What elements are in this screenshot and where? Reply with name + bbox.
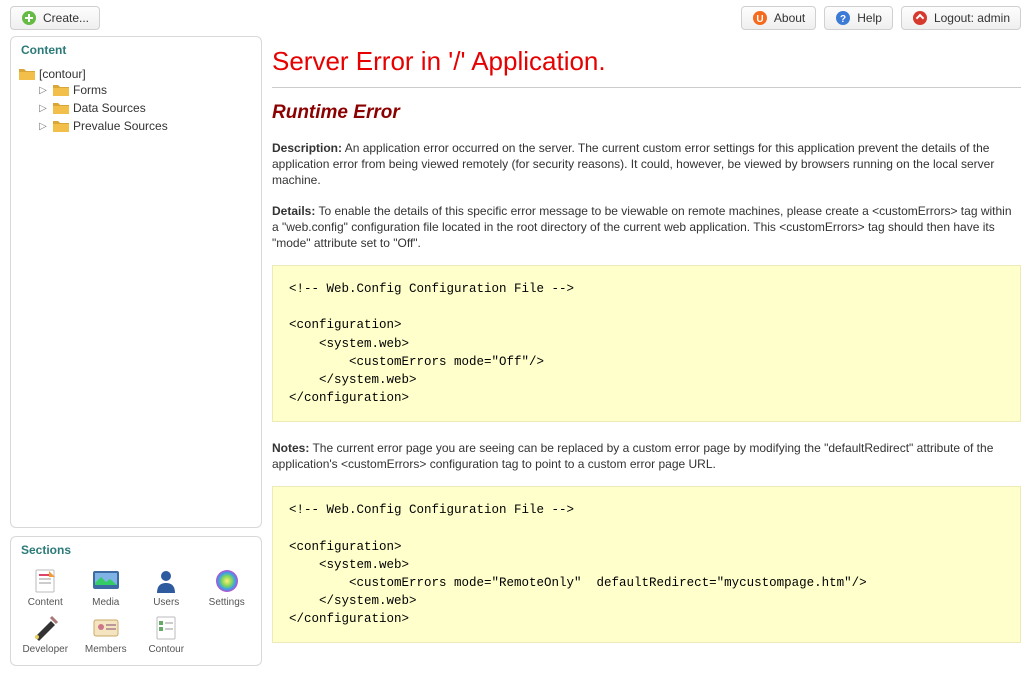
error-page: Server Error in '/' Application. Runtime… <box>272 36 1021 666</box>
about-button[interactable]: U About <box>741 6 816 30</box>
tree-node-label: Data Sources <box>73 101 146 115</box>
code-sample-1: <!-- Web.Config Configuration File --> <… <box>272 265 1021 422</box>
users-icon <box>151 567 181 595</box>
section-label: Members <box>85 644 127 655</box>
about-icon: U <box>752 10 768 26</box>
tree-node-data-sources[interactable]: ▷ Data Sources <box>37 101 255 115</box>
logout-icon <box>912 10 928 26</box>
section-members[interactable]: Members <box>76 612 137 657</box>
folder-icon <box>53 101 69 115</box>
error-description: Description: An application error occurr… <box>272 140 1021 189</box>
description-text: An application error occurred on the ser… <box>272 141 994 187</box>
error-title: Server Error in '/' Application. <box>272 46 1021 77</box>
code-sample-2: <!-- Web.Config Configuration File --> <… <box>272 486 1021 643</box>
code-text: <!-- Web.Config Configuration File --> <… <box>289 501 1004 628</box>
tree-node-contour[interactable]: [contour] <box>19 67 255 81</box>
section-users[interactable]: Users <box>136 565 197 610</box>
content-tree-panel: Content [contour] ▷ <box>10 36 262 528</box>
folder-icon <box>53 119 69 133</box>
help-button[interactable]: ? Help <box>824 6 893 30</box>
members-icon <box>91 614 121 642</box>
code-text: <!-- Web.Config Configuration File --> <… <box>289 280 1004 407</box>
content-tree-title: Content <box>11 37 261 61</box>
settings-icon <box>212 567 242 595</box>
error-notes: Notes: The current error page you are se… <box>272 440 1021 472</box>
expander-icon[interactable]: ▷ <box>37 103 49 114</box>
divider <box>272 87 1021 88</box>
expander-icon[interactable]: ▷ <box>37 121 49 132</box>
details-text: To enable the details of this specific e… <box>272 204 1012 250</box>
details-label: Details: <box>272 204 315 218</box>
media-icon <box>91 567 121 595</box>
tree-node-prevalue-sources[interactable]: ▷ Prevalue Sources <box>37 119 255 133</box>
logout-button-label: Logout: admin <box>934 11 1010 25</box>
logout-button[interactable]: Logout: admin <box>901 6 1021 30</box>
section-label: Users <box>153 597 179 608</box>
sections-panel: Sections Content Media <box>10 536 262 666</box>
description-label: Description: <box>272 141 342 155</box>
section-label: Content <box>28 597 63 608</box>
create-button[interactable]: Create... <box>10 6 100 30</box>
section-label: Contour <box>148 644 184 655</box>
section-label: Media <box>92 597 119 608</box>
content-icon <box>30 567 60 595</box>
tree-node-forms[interactable]: ▷ Forms <box>37 83 255 97</box>
error-details: Details: To enable the details of this s… <box>272 203 1021 252</box>
folder-icon <box>53 83 69 97</box>
plus-icon <box>21 10 37 26</box>
tree-node-label: Prevalue Sources <box>73 119 168 133</box>
svg-text:U: U <box>756 14 763 25</box>
section-label: Settings <box>209 597 245 608</box>
section-label: Developer <box>22 644 68 655</box>
section-developer[interactable]: Developer <box>15 612 76 657</box>
section-content[interactable]: Content <box>15 565 76 610</box>
topbar: Create... U About ? Help Logout: admin <box>0 0 1031 36</box>
tree-node-label: [contour] <box>39 67 86 81</box>
folder-icon <box>19 67 35 81</box>
section-settings[interactable]: Settings <box>197 565 258 610</box>
contour-icon <box>151 614 181 642</box>
developer-icon <box>30 614 60 642</box>
tree-node-label: Forms <box>73 83 107 97</box>
sections-title: Sections <box>11 537 261 561</box>
about-button-label: About <box>774 11 805 25</box>
expander-icon[interactable]: ▷ <box>37 85 49 96</box>
svg-text:?: ? <box>840 14 846 25</box>
help-button-label: Help <box>857 11 882 25</box>
error-subtitle: Runtime Error <box>272 102 1021 124</box>
section-contour[interactable]: Contour <box>136 612 197 657</box>
notes-label: Notes: <box>272 441 309 455</box>
create-button-label: Create... <box>43 11 89 25</box>
notes-text: The current error page you are seeing ca… <box>272 441 993 471</box>
help-icon: ? <box>835 10 851 26</box>
section-media[interactable]: Media <box>76 565 137 610</box>
